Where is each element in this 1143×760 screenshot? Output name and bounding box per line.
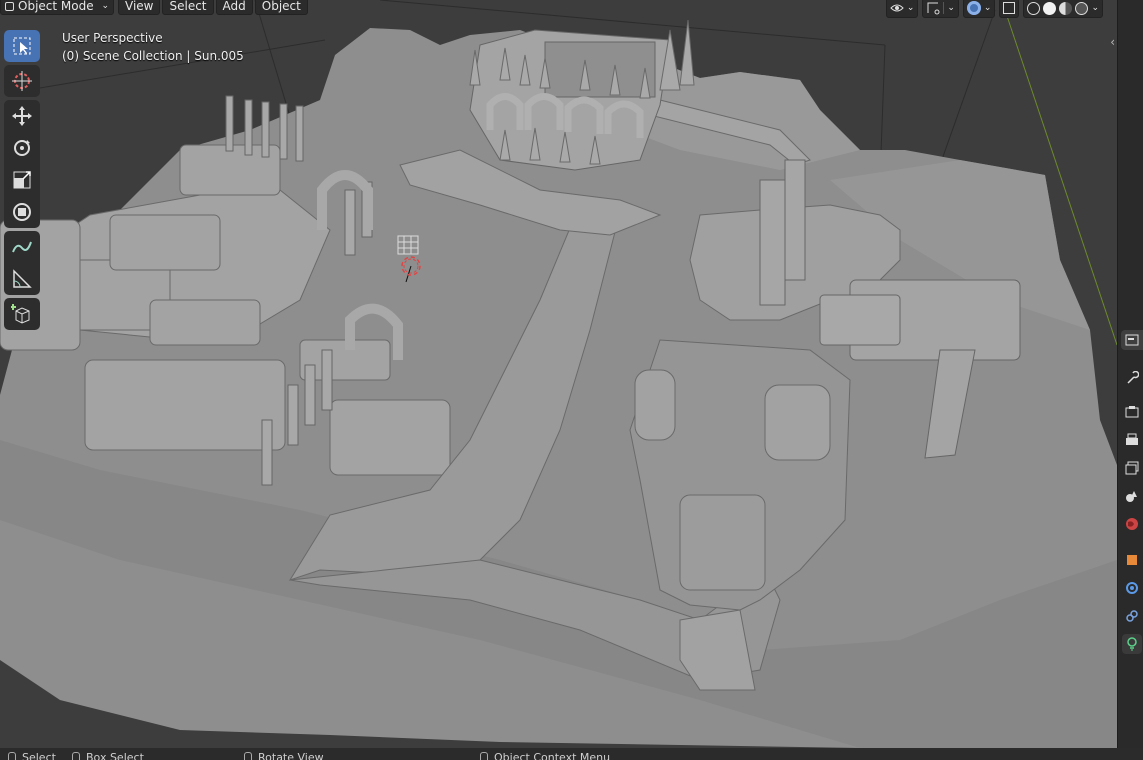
eye-icon xyxy=(890,4,904,12)
scale-icon xyxy=(13,171,31,189)
add-cube-icon xyxy=(11,304,30,324)
mouse-middle-icon xyxy=(244,752,252,760)
object-icon xyxy=(1127,555,1137,565)
transform-icon xyxy=(13,203,31,221)
printer-icon xyxy=(1126,433,1138,445)
collection-label: (0) Scene Collection | Sun.005 xyxy=(62,49,244,63)
shading-modes: ⌄ xyxy=(1023,0,1103,18)
menu-view[interactable]: View xyxy=(118,0,161,15)
rotate-icon xyxy=(14,140,30,156)
viewport-header-right: ⌄ ⌄ ⌄ ⌄ xyxy=(885,0,1103,18)
status-box-select: Box Select xyxy=(72,748,144,760)
tab-scene[interactable] xyxy=(1122,486,1142,506)
tab-object-data[interactable] xyxy=(1122,634,1142,654)
tool-select-box[interactable] xyxy=(4,30,40,62)
tab-tool[interactable] xyxy=(1122,368,1142,388)
cursor-icon xyxy=(12,71,32,91)
perspective-label: User Perspective xyxy=(62,31,163,45)
scene-icon xyxy=(1126,491,1137,502)
tab-view-layer[interactable] xyxy=(1122,458,1142,478)
menu-add[interactable]: Add xyxy=(215,0,253,15)
tool-move[interactable] xyxy=(4,100,40,132)
object-mode-icon xyxy=(5,1,14,11)
annotate-icon xyxy=(12,241,32,253)
mode-label: Object Mode xyxy=(18,0,94,13)
tool-transform[interactable] xyxy=(4,196,40,228)
viewport-info: User Perspective (0) Scene Collection | … xyxy=(62,29,244,65)
viewport-scene xyxy=(0,0,1117,748)
chevron-down-icon: ⌄ xyxy=(101,1,109,11)
wrench-icon xyxy=(1127,371,1139,384)
sidebar-toggle-arrow[interactable]: ‹ xyxy=(1110,35,1115,49)
properties-tabs xyxy=(1117,0,1143,748)
tool-rotate[interactable] xyxy=(4,132,40,164)
rendered-shading-icon[interactable] xyxy=(1075,1,1089,15)
gizmo-icon xyxy=(927,2,940,15)
solid-shading-icon[interactable] xyxy=(1043,1,1057,15)
mode-select[interactable]: Object Mode ⌄ xyxy=(0,0,114,15)
tab-physics[interactable] xyxy=(1122,578,1142,598)
overlay-toggle[interactable]: ⌄ xyxy=(962,0,996,18)
chevron-down-icon: ⌄ xyxy=(983,3,992,13)
properties-editor-icon xyxy=(1125,334,1139,346)
tab-world[interactable] xyxy=(1122,514,1142,534)
mouse-right-icon xyxy=(480,752,488,760)
tool-annotate[interactable] xyxy=(4,231,40,263)
tab-render[interactable] xyxy=(1122,402,1142,422)
status-context-menu: Object Context Menu xyxy=(480,748,610,760)
chevron-down-icon: ⌄ xyxy=(906,3,915,13)
status-select: Select xyxy=(8,748,56,760)
menu-select[interactable]: Select xyxy=(162,0,214,15)
menu-object[interactable]: Object xyxy=(254,0,308,15)
constraint-icon xyxy=(1126,610,1138,622)
tool-cursor[interactable] xyxy=(4,65,40,97)
move-icon xyxy=(12,106,32,126)
tool-add-cube[interactable] xyxy=(4,298,40,330)
tab-output[interactable] xyxy=(1122,430,1142,450)
viewport-header: Object Mode ⌄ View Select Add Object ⌄ ⌄… xyxy=(0,0,1117,18)
tool-measure[interactable] xyxy=(4,263,40,295)
status-bar: Select Box Select Rotate View Object Con… xyxy=(0,748,1143,760)
measure-icon xyxy=(13,269,32,288)
mouse-left-icon xyxy=(8,752,16,760)
world-icon xyxy=(1126,518,1138,530)
material-shading-icon[interactable] xyxy=(1059,1,1073,15)
chevron-down-icon: ⌄ xyxy=(947,3,955,13)
tool-scale[interactable] xyxy=(4,164,40,196)
physics-icon xyxy=(1126,582,1138,594)
visibility-dropdown[interactable]: ⌄ xyxy=(885,0,919,18)
light-bulb-icon xyxy=(1127,637,1137,651)
camera-back-icon xyxy=(1125,406,1139,418)
properties-toggle[interactable] xyxy=(1121,330,1143,350)
chevron-down-icon[interactable]: ⌄ xyxy=(1091,3,1099,13)
3d-viewport[interactable]: Object Mode ⌄ View Select Add Object ⌄ ⌄… xyxy=(0,0,1117,748)
tab-constraints[interactable] xyxy=(1122,606,1142,626)
mouse-drag-icon xyxy=(72,752,80,760)
overlay-icon xyxy=(966,1,981,15)
xray-toggle[interactable] xyxy=(999,0,1020,18)
gizmo-toggle[interactable]: ⌄ xyxy=(922,0,959,18)
xray-icon xyxy=(1003,2,1016,14)
tab-object[interactable] xyxy=(1122,550,1142,570)
viewport-menus: View Select Add Object xyxy=(118,0,308,15)
image-layers-icon xyxy=(1125,461,1139,475)
wireframe-shading-icon[interactable] xyxy=(1027,1,1041,15)
tool-shelf xyxy=(4,30,44,333)
select-box-icon xyxy=(13,37,31,55)
status-rotate-view: Rotate View xyxy=(244,748,324,760)
